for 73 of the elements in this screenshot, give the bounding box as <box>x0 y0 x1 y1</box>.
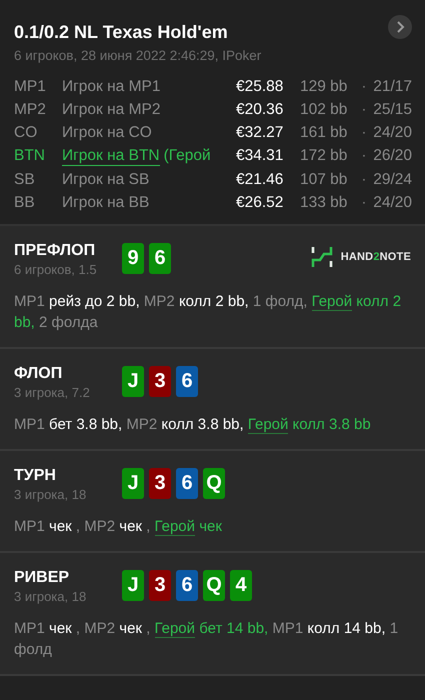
playing-card: 4 <box>230 570 252 601</box>
street-title: ПРЕФЛОП <box>14 242 96 260</box>
playing-card: 9 <box>122 243 144 274</box>
hero-link[interactable]: Герой <box>248 416 288 434</box>
action-summary: MP1 чек , MP2 чек , Герой чек <box>14 517 223 537</box>
player-stack-bb: 161 bb <box>300 123 348 142</box>
playing-card: Q <box>203 468 225 499</box>
player-stats: 29/24 <box>372 170 412 189</box>
player-position: SB <box>14 170 36 189</box>
street-info: 3 игрока, 18 <box>14 589 88 604</box>
player-name: Игрок на SB <box>62 170 150 189</box>
player-name: Игрок на MP1 <box>62 77 160 96</box>
player-stack: €26.52 <box>236 193 284 212</box>
player-stack-bb: 172 bb <box>300 146 348 166</box>
player-stack-bb: 102 bb <box>300 100 348 119</box>
player-stack: €20.36 <box>236 100 284 119</box>
separator-dot: · <box>360 146 368 166</box>
player-stack: €21.46 <box>236 170 284 189</box>
separator-dot: · <box>360 193 368 212</box>
action-summary: MP1 бет 3.8 bb, MP2 колл 3.8 bb, Герой колл 3.8 bb <box>14 415 372 435</box>
hero-tag: (Герой <box>164 146 211 166</box>
player-stats: 24/20 <box>372 193 412 212</box>
player-stack: €25.88 <box>236 77 284 96</box>
next-button[interactable] <box>388 15 412 39</box>
playing-card: 3 <box>149 570 171 601</box>
hero-link[interactable]: Герой <box>312 293 352 311</box>
chevron-right-icon <box>395 21 405 33</box>
player-stack-bb: 107 bb <box>300 170 348 189</box>
player-name: Игрок на BB <box>62 193 150 212</box>
playing-card: 6 <box>149 243 171 274</box>
hand-info: 6 игроков, 28 июня 2022 2:46:29, IPoker <box>14 48 262 63</box>
action-summary: MP1 рейз до 2 bb, MP2 колл 2 bb, 1 фолд, Герой колл 2 bb, 2 фолда <box>14 292 402 333</box>
player-name-link[interactable]: Игрок на BTN <box>62 146 160 166</box>
logo-icon <box>310 246 333 268</box>
player-stats: 21/17 <box>372 77 412 96</box>
separator-dot: · <box>360 123 368 142</box>
separator-dot: · <box>360 77 368 96</box>
player-stack: €34.31 <box>236 146 284 166</box>
street-info: 3 игрока, 18 <box>14 487 88 502</box>
player-stats: 24/20 <box>372 123 412 142</box>
street-title: ФЛОП <box>14 365 64 383</box>
playing-card: J <box>122 366 144 397</box>
playing-card: 3 <box>149 366 171 397</box>
player-position: MP1 <box>14 77 47 96</box>
player-stats: 25/15 <box>372 100 412 119</box>
action-summary: MP1 чек , MP2 чек , Герой бет 14 bb, MP1 колл 14 bb, 1 фолд <box>14 619 400 660</box>
street-info: 3 игрока, 7.2 <box>14 385 91 400</box>
playing-card: J <box>122 468 144 499</box>
hero-link[interactable]: Герой <box>154 518 196 536</box>
hand-title: 0.1/0.2 NL Texas Hold'em <box>14 22 228 43</box>
player-position: MP2 <box>14 100 47 119</box>
player-stack-bb: 133 bb <box>300 193 348 212</box>
separator-dot: · <box>360 170 368 189</box>
logo-text: HAND2NOTE <box>340 251 411 263</box>
street-title: РИВЕР <box>14 569 70 587</box>
playing-card: J <box>122 570 144 601</box>
player-position: BB <box>14 193 36 212</box>
player-stack-bb: 129 bb <box>300 77 348 96</box>
player-position: BTN <box>14 146 46 166</box>
separator-dot: · <box>360 100 368 119</box>
playing-card: 3 <box>149 468 171 499</box>
player-stack: €32.27 <box>236 123 284 142</box>
player-name: Игрок на MP2 <box>62 100 160 119</box>
street-title: ТУРН <box>14 467 57 485</box>
playing-card: 6 <box>176 366 198 397</box>
playing-card: 6 <box>176 468 198 499</box>
hero-link[interactable]: Герой <box>154 620 196 638</box>
player-name: Игрок на CO <box>62 123 152 142</box>
player-position: CO <box>14 123 38 142</box>
playing-card: Q <box>203 570 225 601</box>
playing-card: 6 <box>176 570 198 601</box>
player-stats: 26/20 <box>372 146 412 166</box>
street-info: 6 игроков, 1.5 <box>14 262 98 277</box>
